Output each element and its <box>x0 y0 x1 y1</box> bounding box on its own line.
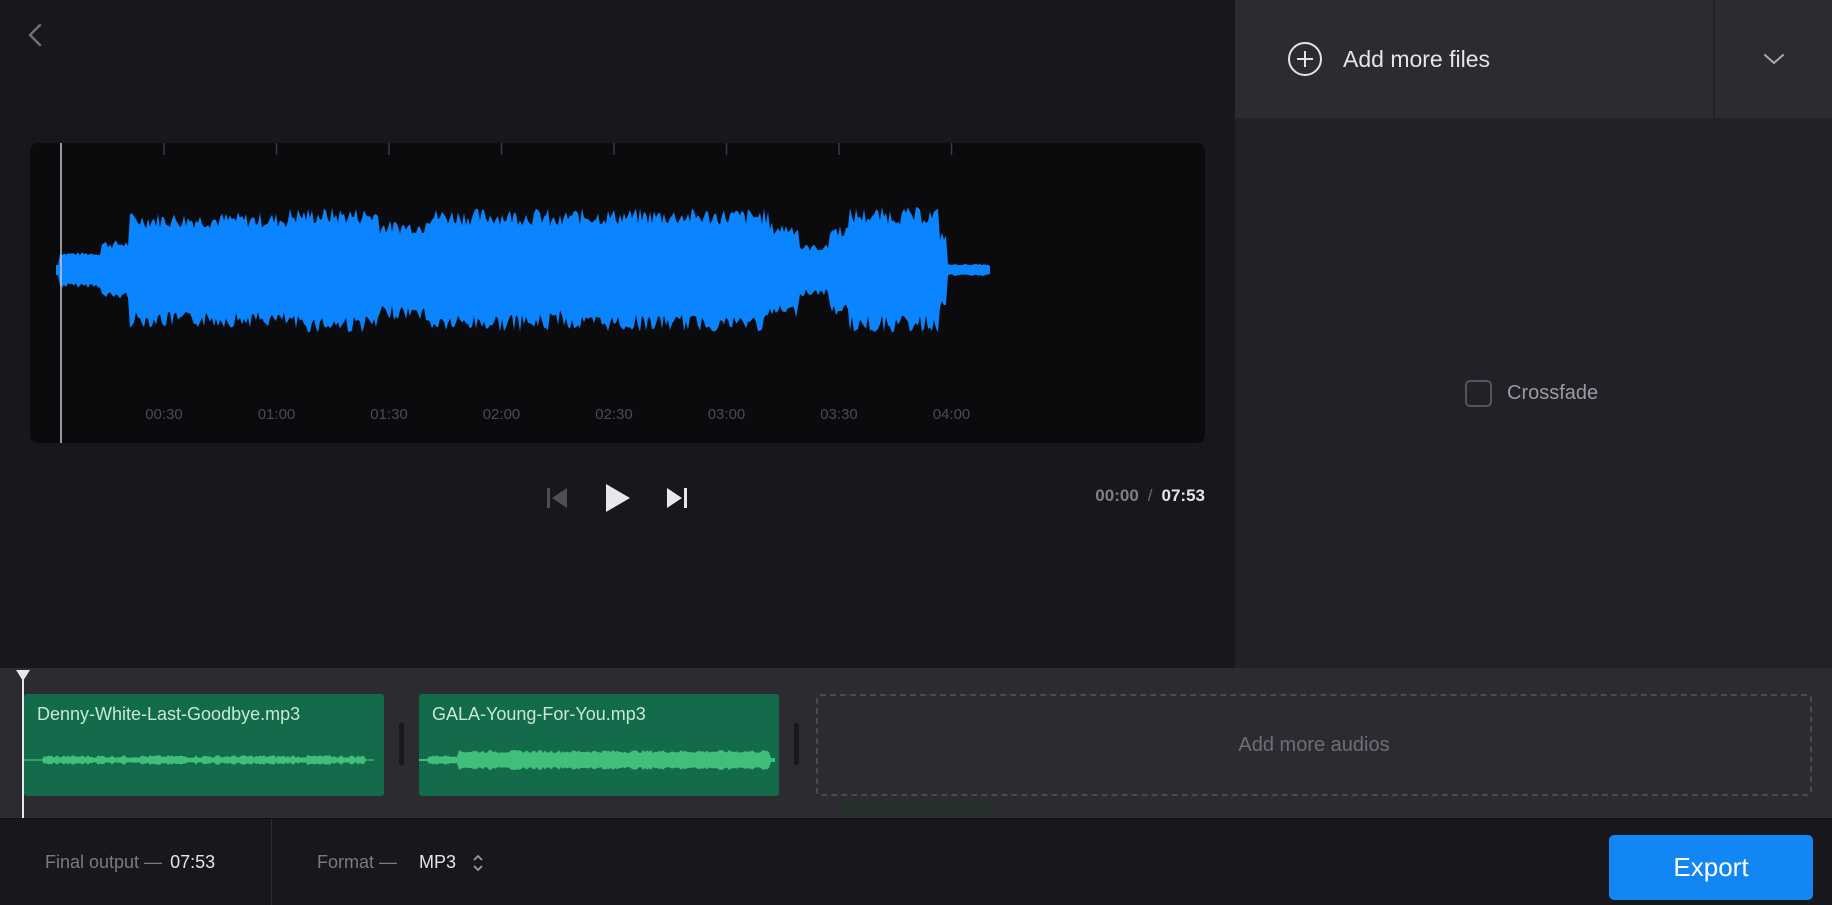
clip-name: GALA-Young-For-You.mp3 <box>432 704 646 724</box>
final-output-label: Final output — <box>45 852 163 872</box>
tick-label: 02:30 <box>595 406 633 423</box>
add-more-files-button[interactable]: Add more files <box>1235 0 1713 118</box>
add-more-audios-dropzone[interactable]: Add more audios <box>816 694 1812 796</box>
tick-label: 03:30 <box>820 406 858 423</box>
final-output: Final output — 07:53 <box>45 819 215 905</box>
tick-label: 02:00 <box>482 406 521 423</box>
final-output-value: 07:53 <box>170 852 216 872</box>
format-label: Format — <box>317 852 398 872</box>
audio-clip[interactable]: GALA-Young-For-You.mp3 <box>419 694 779 796</box>
divider <box>271 819 272 905</box>
chevron-left-icon <box>28 23 42 47</box>
bottom-bar: Final output — 07:53 Format — MP3 Export <box>0 818 1832 905</box>
clip-waveform <box>419 750 775 770</box>
format-selector[interactable]: Format — MP3 <box>317 819 484 905</box>
tick-label: 03:00 <box>707 406 746 423</box>
time-separator: / <box>1147 486 1153 505</box>
skip-previous-icon <box>547 488 567 508</box>
timeline[interactable]: Denny-White-Last-Goodbye.mp3 GALA-Young-… <box>0 668 1832 818</box>
add-files-dropdown-button[interactable] <box>1715 0 1832 118</box>
tick-label: 04:00 <box>932 406 971 423</box>
back-button[interactable] <box>24 20 48 50</box>
skip-next-button[interactable] <box>660 481 694 515</box>
editor-area: 00:30 01:00 01:30 02:00 02:30 03:00 03:30 04:00… <box>0 0 1235 668</box>
tick-marks <box>163 143 953 155</box>
drag-ghost <box>840 798 992 816</box>
audio-clip[interactable]: Denny-White-Last-Goodbye.mp3 <box>24 694 384 796</box>
play-button[interactable] <box>600 481 634 515</box>
current-time: 00:00 <box>1095 486 1139 505</box>
play-icon <box>606 484 630 512</box>
chevron-down-icon <box>1763 54 1784 64</box>
add-more-audios-label: Add more audios <box>1238 733 1390 756</box>
clip-gap-handle[interactable] <box>794 723 799 765</box>
skip-next-icon <box>667 488 687 508</box>
time-readout: 00:00 / 07:53 <box>1040 486 1205 506</box>
total-time: 07:53 <box>1161 486 1205 505</box>
crossfade-checkbox[interactable] <box>1465 380 1492 407</box>
skip-previous-button[interactable] <box>540 481 574 515</box>
format-value[interactable]: MP3 <box>419 852 456 873</box>
up-down-arrows-icon[interactable] <box>472 852 484 874</box>
clip-gap-handle[interactable] <box>399 723 404 765</box>
side-panel: Add more files Crossfade <box>1235 0 1832 668</box>
waveform-shape <box>56 207 990 333</box>
waveform-panel[interactable]: 00:30 01:00 01:30 02:00 02:30 03:00 03:30 04:00 <box>30 143 1205 443</box>
crossfade-option[interactable]: Crossfade <box>1465 380 1598 407</box>
transport-controls <box>540 478 694 518</box>
clip-waveform <box>24 755 374 765</box>
waveform[interactable] <box>30 143 1205 443</box>
plus-circle-icon <box>1288 42 1322 76</box>
export-button[interactable]: Export <box>1609 835 1813 900</box>
crossfade-label: Crossfade <box>1507 382 1599 404</box>
tick-label: 01:00 <box>257 406 296 423</box>
playhead-handle-icon[interactable] <box>16 670 30 682</box>
tick-label: 00:30 <box>145 406 183 423</box>
tick-label: 01:30 <box>370 406 408 423</box>
add-more-files-label: Add more files <box>1343 45 1491 72</box>
clip-name: Denny-White-Last-Goodbye.mp3 <box>37 704 301 724</box>
